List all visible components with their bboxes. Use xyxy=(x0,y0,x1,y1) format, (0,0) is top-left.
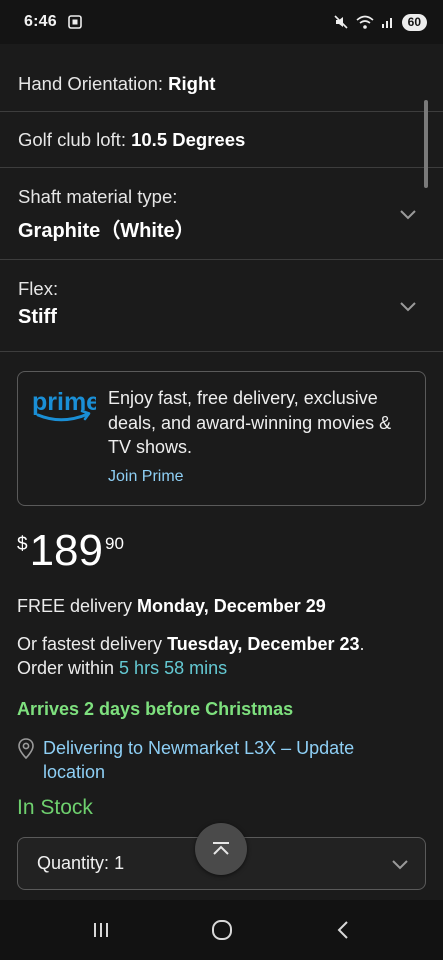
stock-status: In Stock xyxy=(17,796,93,819)
recent-apps-button[interactable] xyxy=(81,910,121,950)
free-delivery-date: Monday, December 29 xyxy=(137,596,326,616)
navigation-bar xyxy=(0,900,443,960)
chevron-down-icon xyxy=(400,209,416,219)
product-price: $ 189 90 xyxy=(17,526,124,576)
chevron-down-icon xyxy=(392,859,408,869)
variation-value: Graphite（White） xyxy=(18,220,195,242)
signal-icon xyxy=(381,18,392,28)
status-bar: 6:46 60 xyxy=(0,0,443,44)
screenshot-icon xyxy=(68,15,82,29)
mute-icon xyxy=(334,15,348,29)
variation-label: Flex: xyxy=(18,278,59,299)
variation-value: Stiff xyxy=(18,306,57,328)
wifi-icon xyxy=(356,15,374,29)
prime-message: Enjoy fast, free delivery, exclusive dea… xyxy=(108,388,392,457)
battery-indicator: 60 xyxy=(401,13,427,31)
fastest-delivery-suffix: . xyxy=(359,634,365,654)
delivery-location-link[interactable]: Delivering to Newmarket L3X – Update loc… xyxy=(43,736,407,784)
quantity-label: Quantity: xyxy=(37,853,110,873)
free-delivery-prefix: FREE delivery xyxy=(17,596,133,616)
price-currency: $ xyxy=(17,534,28,555)
variation-hand-orientation[interactable]: Hand Orientation: Right xyxy=(0,56,443,112)
variation-label: Hand Orientation: xyxy=(18,72,164,94)
variation-value: Right xyxy=(168,72,216,94)
variation-shaft-material[interactable]: Shaft material type: Graphite（White） xyxy=(0,168,443,260)
order-within-prefix: Order within xyxy=(17,658,115,678)
fastest-delivery-prefix: Or fastest delivery xyxy=(17,634,163,654)
chevron-down-icon xyxy=(400,301,416,311)
variation-label: Shaft material type: xyxy=(18,186,178,207)
delivery-location[interactable]: Delivering to Newmarket L3X – Update loc… xyxy=(17,736,407,784)
location-pin-icon xyxy=(18,738,34,760)
scrollbar[interactable] xyxy=(424,100,428,188)
home-button[interactable] xyxy=(202,910,242,950)
back-button[interactable] xyxy=(323,910,363,950)
order-countdown: 5 hrs 58 mins xyxy=(119,658,228,678)
prime-promo-card[interactable]: prime Enjoy fast, free delivery, exclusi… xyxy=(17,371,426,506)
variation-value: 10.5 Degrees xyxy=(131,128,246,150)
scroll-top-icon xyxy=(213,842,229,855)
fastest-delivery-line: Or fastest delivery Tuesday, December 23… xyxy=(17,632,417,680)
variation-label: Golf club loft: xyxy=(18,128,126,150)
price-fraction: 90 xyxy=(105,534,124,553)
prime-logo: prime xyxy=(32,386,108,505)
fastest-delivery-date: Tuesday, December 23 xyxy=(167,634,360,654)
status-time: 6:46 xyxy=(24,13,57,30)
variation-flex[interactable]: Flex: Stiff xyxy=(0,260,443,352)
christmas-arrival: Arrives 2 days before Christmas xyxy=(17,699,294,719)
free-delivery-line: FREE delivery Monday, December 29 xyxy=(17,594,326,618)
back-icon xyxy=(337,921,348,939)
scroll-to-top-button[interactable] xyxy=(195,823,247,875)
variation-golf-club-loft[interactable]: Golf club loft: 10.5 Degrees xyxy=(0,112,443,168)
app-screen: 6:46 60 Hand Orientation: Right Golf clu… xyxy=(0,0,443,960)
home-icon xyxy=(211,920,232,940)
product-variations: Hand Orientation: Right Golf club loft: … xyxy=(0,56,443,352)
quantity-value: 1 xyxy=(114,853,125,873)
join-prime-link[interactable]: Join Prime xyxy=(108,468,184,486)
recent-apps-icon xyxy=(93,923,108,937)
price-whole: 189 xyxy=(29,526,103,575)
